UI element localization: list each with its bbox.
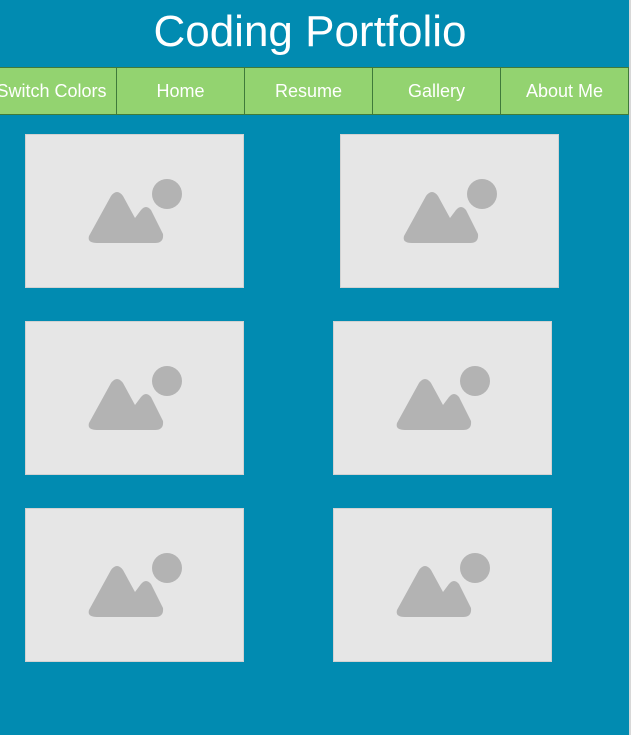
image-placeholder-icon bbox=[396, 553, 490, 617]
nav-switch-colors-button[interactable]: Switch Colors bbox=[0, 67, 117, 115]
gallery-image-5[interactable] bbox=[25, 508, 244, 662]
gallery-image-6[interactable] bbox=[333, 508, 552, 662]
page-edge-divider bbox=[629, 0, 631, 735]
nav-home-link[interactable]: Home bbox=[117, 67, 245, 115]
image-placeholder-icon bbox=[88, 179, 182, 243]
image-placeholder-icon bbox=[396, 366, 490, 430]
image-placeholder-icon bbox=[88, 553, 182, 617]
gallery-image-1[interactable] bbox=[25, 134, 244, 288]
gallery-image-2[interactable] bbox=[340, 134, 559, 288]
gallery-image-3[interactable] bbox=[25, 321, 244, 475]
image-placeholder-icon bbox=[88, 366, 182, 430]
nav-about-me-link[interactable]: About Me bbox=[501, 67, 629, 115]
page-title: Coding Portfolio bbox=[153, 7, 467, 56]
scrollbar-gutter bbox=[629, 0, 636, 735]
nav-gallery-link[interactable]: Gallery bbox=[373, 67, 501, 115]
image-placeholder-icon bbox=[403, 179, 497, 243]
gallery-image-4[interactable] bbox=[333, 321, 552, 475]
page-background: Coding Portfolio Switch Colors Home Resu… bbox=[0, 0, 629, 735]
nav-resume-link[interactable]: Resume bbox=[245, 67, 373, 115]
main-navigation: Switch Colors Home Resume Gallery About … bbox=[0, 67, 629, 117]
